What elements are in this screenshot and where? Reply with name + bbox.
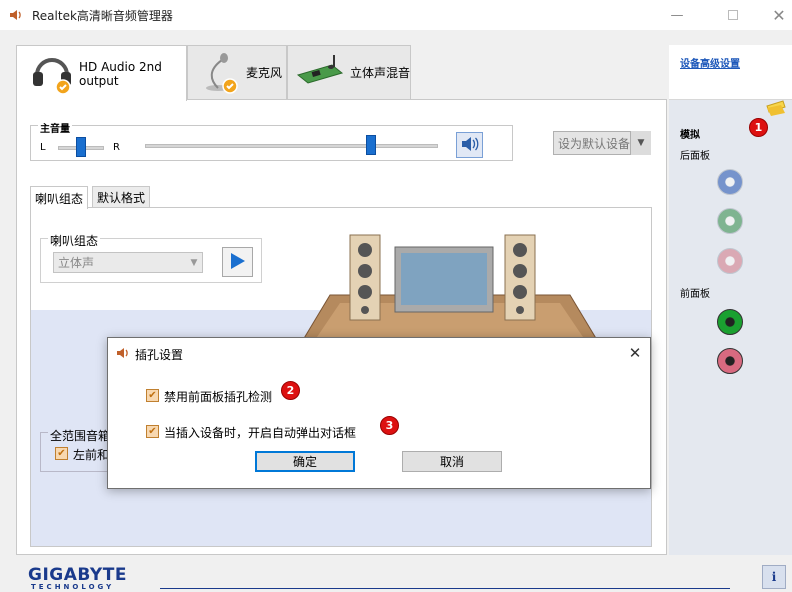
volume-slider-track[interactable] (145, 144, 438, 148)
disable-front-jack-detection-label: 禁用前面板插孔检测 (164, 390, 273, 404)
close-icon: ✕ (628, 344, 642, 362)
fullrange-label: 全范围音箱 (48, 427, 113, 444)
gigabyte-logo: GIGABYTE (28, 565, 127, 585)
close-button[interactable]: ✕ (756, 0, 792, 30)
chevron-down-icon: ▼ (190, 257, 198, 268)
speaker-icon (460, 136, 480, 155)
auto-popup-dialog-label: 当插入设备时，开启自动弹出对话框 (164, 426, 357, 440)
main-volume-group (30, 125, 513, 161)
tab-microphone[interactable]: 麦克风 (187, 45, 287, 99)
headphones-icon (29, 49, 75, 98)
annotation-badge-1: 1 (749, 118, 768, 137)
maximize-button[interactable] (710, 0, 756, 30)
speaker-config-label: 喇叭组态 (48, 232, 101, 249)
minimize-icon: — (670, 7, 684, 23)
cancel-button[interactable]: 取消 (402, 451, 502, 472)
front-jack-green[interactable] (717, 309, 743, 335)
main-volume-label: 主音量 (38, 120, 72, 135)
divider (160, 588, 730, 589)
tab-speaker-config[interactable]: 喇叭组态 (30, 186, 89, 209)
gigabyte-logo-sub: TECHNOLOGY (31, 583, 115, 591)
rear-jack-pink[interactable] (717, 248, 743, 274)
dialog-close-button[interactable]: ✕ (620, 338, 650, 368)
speaker-config-select[interactable]: 立体声 (53, 252, 203, 273)
balance-slider-thumb[interactable] (76, 137, 86, 157)
disable-front-jack-detection-checkbox[interactable]: ✔ (146, 389, 159, 402)
microphone-icon (196, 48, 242, 97)
tab-label: 麦克风 (246, 66, 283, 80)
advanced-settings-link[interactable]: 设备高级设置 (680, 55, 740, 70)
tab-label: 立体声混音 (350, 66, 411, 80)
volume-slider-thumb[interactable] (365, 135, 376, 155)
tab-label: HD Audio 2nd output (79, 59, 162, 88)
front-panel-label: 前面板 (680, 289, 710, 300)
auto-popup-dialog-checkbox[interactable]: ✔ (146, 425, 159, 438)
sidebar-header (669, 45, 792, 100)
tab-hd-audio[interactable]: HD Audio 2nd output (16, 45, 187, 101)
soundcard-icon (294, 51, 346, 94)
annotation-badge-3: 3 (380, 416, 399, 435)
balance-right-label: R (113, 142, 120, 153)
play-icon (229, 251, 247, 274)
tab-default-format[interactable]: 默认格式 (92, 186, 151, 208)
chevron-down-icon[interactable]: ▼ (630, 131, 651, 155)
folder-icon[interactable] (765, 100, 787, 123)
play-button[interactable] (222, 247, 253, 277)
fullrange-checkbox-label: 左前和 (73, 448, 110, 462)
speaker-icon (116, 346, 132, 363)
tab-stereo-mix[interactable]: 立体声混音 (287, 45, 411, 99)
rear-jack-green[interactable] (717, 208, 743, 234)
mute-button[interactable] (456, 132, 483, 158)
close-icon: ✕ (772, 5, 786, 25)
window-title: Realtek高清晰音频管理器 (32, 9, 173, 23)
maximize-icon (728, 10, 738, 20)
analog-label: 模拟 (680, 130, 700, 141)
info-icon: i (771, 570, 777, 584)
fullrange-checkbox[interactable]: ✔ (55, 447, 68, 460)
rear-jack-blue[interactable] (717, 169, 743, 195)
dialog-title-bar (108, 338, 650, 368)
speaker-icon (8, 7, 24, 23)
balance-left-label: L (40, 142, 46, 153)
rear-panel-label: 后面板 (680, 151, 710, 162)
front-jack-pink[interactable] (717, 348, 743, 374)
speaker-room-illustration (299, 225, 601, 348)
annotation-badge-2: 2 (281, 381, 300, 400)
dialog-title: 插孔设置 (135, 348, 184, 362)
minimize-button[interactable]: — (654, 0, 700, 30)
ok-button[interactable]: 确定 (255, 451, 355, 472)
info-button[interactable]: i (762, 565, 786, 589)
